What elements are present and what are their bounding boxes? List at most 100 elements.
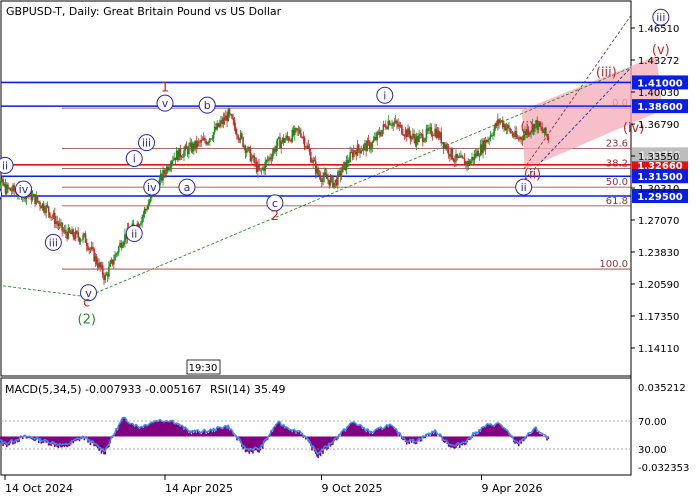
candle-body (13, 185, 15, 191)
rsi-segment (275, 422, 278, 425)
y-tick-label: 1.43272 (638, 56, 679, 67)
rsi-segment (146, 424, 149, 427)
rsi-segment (6, 442, 9, 446)
candle-body (253, 155, 255, 163)
rsi-segment (124, 417, 127, 420)
rsi-segment (91, 439, 94, 442)
wave-label: (2) (78, 312, 96, 327)
rsi-segment (147, 423, 151, 426)
rsi-segment (389, 423, 392, 426)
wave-label: 2 (271, 209, 279, 224)
candle-body (163, 170, 166, 174)
rsi-segment (78, 437, 82, 440)
candle-body (307, 145, 310, 149)
candle-body (367, 140, 370, 142)
candle-body (298, 129, 301, 133)
rsi-segment (383, 427, 385, 430)
rsi-segment (401, 436, 404, 439)
rsi-segment (515, 440, 518, 443)
rsi-segment (525, 434, 529, 438)
candle-body (104, 275, 107, 281)
rsi-segment (526, 432, 530, 436)
rsi-level-label: 30.00 (638, 445, 667, 456)
candle-body (233, 120, 236, 127)
rsi-segment (266, 437, 269, 440)
candle-body (172, 160, 174, 162)
rsi-segment (412, 438, 415, 442)
chart-canvas: 0.023.638.250.061.8100.0 1.410001.386001… (0, 0, 689, 495)
x-tick-label: 14 Apr 2025 (165, 482, 233, 495)
rsi-segment (466, 437, 469, 441)
rsi-segment (181, 424, 184, 427)
candle-body (188, 145, 190, 154)
rsi-segment (295, 430, 298, 433)
candle-body (77, 232, 79, 238)
rsi-segment (458, 442, 462, 446)
candle-body (371, 142, 374, 148)
candle-body (46, 205, 49, 207)
candle-body (31, 195, 34, 201)
rsi-segment (274, 423, 278, 427)
rsi-segment (303, 434, 307, 439)
candle-body (241, 133, 243, 138)
rsi-segment (16, 438, 19, 441)
fib-level-label: 38.2 (606, 158, 628, 169)
candle-body (361, 150, 364, 152)
rsi-segment (465, 439, 468, 443)
x-tick-label: 9 Apr 2026 (481, 482, 542, 495)
rsi-segment (118, 422, 121, 426)
y-tick-label: 1.17350 (638, 312, 679, 323)
candle-body (7, 184, 9, 189)
rsi-segment (484, 423, 488, 428)
candle-body (113, 260, 115, 265)
wave-label: c (83, 296, 90, 311)
rsi-segment (266, 435, 270, 439)
rsi-segment (530, 430, 533, 434)
candle-body (264, 161, 267, 171)
wave-label: i (383, 89, 386, 102)
rsi-segment (201, 429, 205, 432)
rsi-segment (72, 438, 76, 442)
rsi-segment (345, 425, 349, 429)
rsi-segment (230, 428, 233, 431)
rsi-segment (422, 435, 425, 438)
candle-body (101, 265, 104, 276)
wave-label: b (204, 99, 211, 112)
candle-body (302, 136, 305, 139)
candle-body (149, 195, 152, 202)
rsi-segment (89, 440, 93, 444)
rsi-segment (500, 424, 504, 428)
candle-body (538, 121, 541, 127)
rsi-segment (370, 430, 373, 434)
rsi-segment (131, 422, 135, 426)
rsi-segment (439, 433, 442, 437)
rsi-segment (306, 437, 309, 440)
rsi-segment (30, 436, 34, 439)
candle-body (324, 172, 327, 175)
y-tick-label: 1.36790 (638, 120, 679, 131)
rsi-segment (198, 430, 201, 433)
candle-body (385, 125, 387, 129)
price-level-label: 1.38600 (637, 102, 683, 113)
candle-body (423, 141, 425, 143)
candle-body (142, 213, 145, 217)
rsi-segment (503, 427, 506, 430)
candle-body (547, 136, 550, 141)
candle-body (206, 142, 209, 145)
wave-label: (iii) (596, 66, 617, 81)
rsi-segment (149, 422, 152, 425)
candle-body (245, 150, 248, 153)
rsi-segment (392, 425, 396, 429)
rsi-segment (22, 435, 25, 438)
candle-body (218, 123, 221, 127)
candle-body (122, 242, 125, 246)
rsi-segment (34, 437, 37, 440)
candle-body (360, 151, 363, 154)
candle-body (232, 118, 235, 121)
candle-body (516, 137, 519, 139)
rsi-segment (276, 420, 280, 424)
wave-label: iv (19, 183, 29, 196)
rsi-segment (445, 439, 449, 443)
candle-body (92, 246, 94, 249)
candle-body (522, 135, 525, 141)
